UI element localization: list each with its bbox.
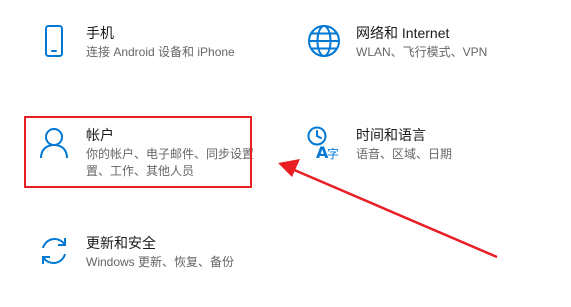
tile-title: 帐户 (86, 127, 114, 143)
settings-tile-time-language[interactable]: A 字 时间和语言 语音、区域、日期 (306, 125, 452, 163)
settings-tile-network[interactable]: 网络和 Internet WLAN、飞行模式、VPN (306, 23, 487, 61)
tile-description: WLAN、飞行模式、VPN (356, 45, 488, 59)
person-icon (36, 125, 72, 161)
sync-arrows-icon (36, 233, 72, 269)
settings-tile-accounts[interactable]: 帐户 你的帐户、电子邮件、同步设置 置、工作、其他人员 (36, 125, 254, 180)
phone-icon (36, 23, 72, 59)
tile-title: 时间和语言 (356, 127, 426, 143)
tile-title: 网络和 Internet (356, 25, 450, 41)
globe-icon (306, 23, 342, 59)
time-language-icon: A 字 (306, 125, 342, 161)
tile-description: 语音、区域、日期 (356, 147, 453, 161)
tile-description: 你的帐户、电子邮件、同步设置 置、工作、其他人员 (86, 147, 255, 178)
settings-tile-phone[interactable]: 手机 连接 Android 设备和 iPhone (36, 23, 235, 61)
tile-title: 更新和安全 (86, 235, 156, 251)
tile-description: Windows 更新、恢复、备份 (86, 255, 235, 269)
tile-title: 手机 (86, 25, 114, 41)
svg-text:字: 字 (327, 146, 339, 161)
tile-description: 连接 Android 设备和 iPhone (86, 45, 235, 59)
settings-tile-update-security[interactable]: 更新和安全 Windows 更新、恢复、备份 (36, 233, 234, 271)
